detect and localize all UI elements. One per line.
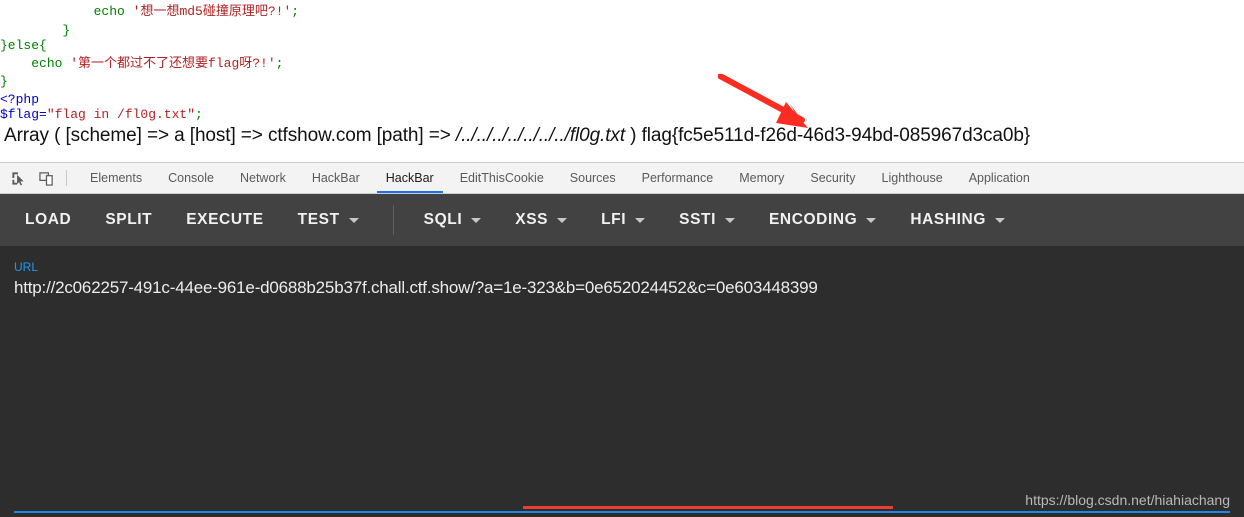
url-field[interactable]: URL http://2c062257-491c-44ee-961e-d0688… [0, 260, 1244, 298]
hackbar-split-button[interactable]: SPLIT [105, 211, 152, 229]
tab-security[interactable]: Security [797, 163, 868, 193]
tab-network[interactable]: Network [227, 163, 299, 193]
hackbar-ssti-menu[interactable]: SSTI [679, 211, 735, 229]
tab-lighthouse[interactable]: Lighthouse [869, 163, 956, 193]
button-label: SQLI [423, 211, 463, 228]
code-token: echo [93, 4, 133, 19]
button-label: ENCODING [768, 211, 858, 228]
tab-hackbar-1[interactable]: HackBar [299, 163, 373, 193]
tab-label: Security [810, 171, 856, 185]
chevron-down-icon [557, 217, 568, 223]
tab-label: Network [239, 171, 286, 185]
code-token: '想一想md5碰撞原理吧?!' [132, 4, 292, 19]
array-dump-path: /../../../../../../../fl0g.txt [455, 125, 625, 146]
code-token: } [0, 74, 8, 89]
hackbar-load-button[interactable]: LOAD [25, 211, 71, 229]
tab-label: Sources [569, 171, 616, 185]
code-token: $flag= [0, 107, 47, 122]
watermark: https://blog.csdn.net/hiahiachang [1025, 492, 1230, 508]
hackbar-toolbar: LOAD SPLIT EXECUTE TEST SQLI XSS LFI SST… [0, 194, 1244, 246]
tab-label: Elements [90, 171, 143, 185]
tab-label: Application [968, 171, 1030, 185]
code-line: } [0, 72, 8, 91]
array-dump-prefix: Array ( [scheme] => a [host] => ctfshow.… [4, 125, 456, 146]
button-label: TEST [297, 211, 340, 228]
hackbar-execute-button[interactable]: EXECUTE [186, 211, 263, 229]
url-input[interactable]: http://2c062257-491c-44ee-961e-d0688b25b… [14, 278, 818, 298]
code-token: ; [275, 56, 284, 71]
chevron-down-icon [995, 217, 1006, 223]
tab-editthiscookie[interactable]: EditThisCookie [447, 163, 557, 193]
url-field-label: URL [14, 260, 39, 274]
tab-hackbar-2[interactable]: HackBar [373, 163, 447, 193]
hackbar-hashing-menu[interactable]: HASHING [910, 211, 1006, 229]
tab-label: EditThisCookie [459, 171, 544, 185]
hackbar-panel: LOAD SPLIT EXECUTE TEST SQLI XSS LFI SST… [0, 194, 1244, 517]
button-label: HASHING [910, 211, 987, 228]
code-token: }else{ [0, 38, 47, 53]
tab-memory[interactable]: Memory [726, 163, 797, 193]
hackbar-sqli-menu[interactable]: SQLI [424, 211, 482, 229]
tab-label: HackBar [385, 171, 434, 185]
code-line: echo '想一想md5碰撞原理吧?!'; [0, 2, 299, 21]
tab-elements[interactable]: Elements [77, 163, 155, 193]
tab-application[interactable]: Application [956, 163, 1043, 193]
tab-label: Console [168, 171, 214, 185]
url-query-highlight [523, 506, 893, 509]
code-line: echo '第一个都过不了还想要flag呀?!'; [0, 54, 283, 73]
array-dump-line: Array ( [scheme] => a [host] => ctfshow.… [4, 124, 1030, 148]
flag-text: flag{fc5e511d-f26d-46d3-94bd-085967d3ca0… [641, 125, 1031, 146]
toolbar-divider [392, 205, 394, 235]
chevron-down-icon [348, 217, 359, 223]
tab-sources[interactable]: Sources [557, 163, 629, 193]
button-label: XSS [515, 211, 549, 228]
tab-label: HackBar [311, 171, 360, 185]
chevron-down-icon [471, 217, 482, 223]
button-label: SSTI [679, 211, 716, 228]
chevron-down-icon [635, 217, 646, 223]
code-token: ; [195, 107, 203, 122]
chevron-down-icon [724, 217, 735, 223]
url-focus-underline [14, 511, 1230, 513]
code-token: echo [31, 56, 71, 71]
button-label: EXECUTE [186, 211, 264, 228]
code-token: '第一个都过不了还想要flag呀?!' [70, 56, 276, 71]
hackbar-test-menu[interactable]: TEST [298, 211, 359, 229]
devtools-tab-bar: Elements Console Network HackBar HackBar… [0, 162, 1244, 194]
tab-performance[interactable]: Performance [629, 163, 727, 193]
code-line: }else{ [0, 36, 47, 55]
code-token: } [62, 23, 71, 38]
button-label: SPLIT [105, 211, 153, 228]
code-token: ; [291, 4, 300, 19]
code-line: $flag="flag in /fl0g.txt"; [0, 105, 203, 124]
tab-console[interactable]: Console [155, 163, 227, 193]
toolbar-divider [66, 170, 67, 186]
hackbar-lfi-menu[interactable]: LFI [601, 211, 646, 229]
tab-label: Performance [641, 171, 714, 185]
tab-label: Memory [739, 171, 785, 185]
chevron-down-icon [866, 217, 877, 223]
tab-label: Lighthouse [881, 171, 943, 185]
hackbar-xss-menu[interactable]: XSS [515, 211, 568, 229]
button-label: LFI [601, 211, 627, 228]
code-token: "flag in /fl0g.txt" [46, 107, 196, 122]
array-dump-suffix: ) [625, 125, 642, 146]
device-toolbar-icon[interactable] [32, 163, 60, 193]
button-label: LOAD [25, 211, 72, 228]
inspect-element-icon[interactable] [4, 163, 32, 193]
browser-page-output: echo '想一想md5碰撞原理吧?!'; } }else{ echo '第一个… [0, 0, 1244, 162]
hackbar-encoding-menu[interactable]: ENCODING [768, 211, 877, 229]
